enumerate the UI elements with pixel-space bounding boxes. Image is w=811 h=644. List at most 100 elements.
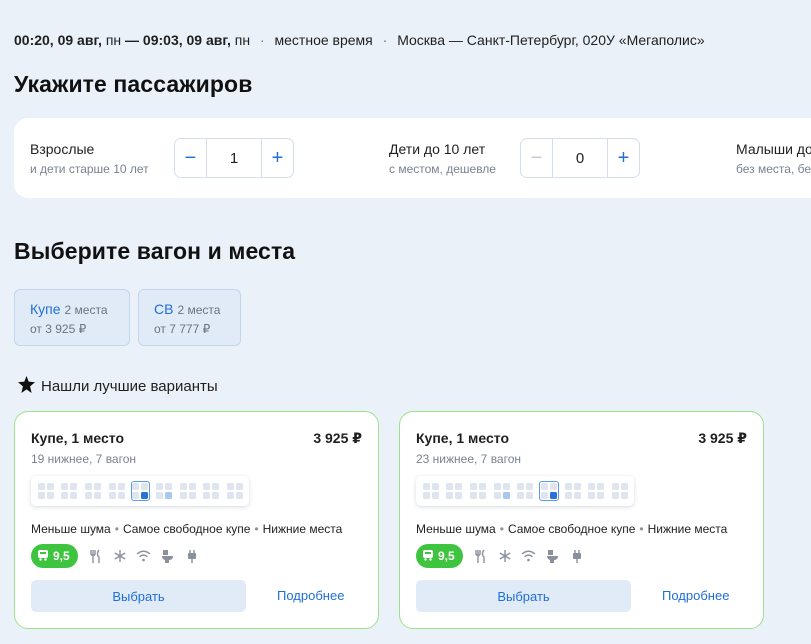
compartment xyxy=(107,481,127,501)
socket-icon xyxy=(569,548,585,564)
seat xyxy=(94,492,102,499)
seat xyxy=(85,483,93,490)
seat xyxy=(61,492,69,499)
seat xyxy=(526,483,534,490)
seat xyxy=(117,483,125,490)
seat xyxy=(179,483,187,490)
seat xyxy=(236,492,244,499)
best-options-header: Нашли лучшие варианты xyxy=(18,376,218,397)
trip-header: 00:20, 09 авг, пн — 09:03, 09 авг, пн · … xyxy=(14,32,705,48)
seat xyxy=(141,492,149,499)
class-price: от 3 925 ₽ xyxy=(30,322,87,336)
rating-badge-icon xyxy=(37,549,53,564)
amenities: 9,5 xyxy=(31,544,208,568)
seat xyxy=(188,492,196,499)
compartment xyxy=(492,481,512,501)
feature-tag: Меньше шума xyxy=(31,522,111,536)
passenger-sublabel: с местом, дешевле xyxy=(389,162,496,176)
adults-stepper: − 1 + xyxy=(174,138,294,178)
seat xyxy=(431,492,439,499)
seat xyxy=(502,483,510,490)
choose-button[interactable]: Выбрать xyxy=(31,580,246,612)
class-tab-kupe[interactable]: Купе 2 места от 3 925 ₽ xyxy=(14,289,130,346)
seat xyxy=(573,492,581,499)
seat xyxy=(621,492,629,499)
offer-features: Меньше шума • Самое свободное купе • Нижние … xyxy=(31,522,342,536)
seat xyxy=(422,492,430,499)
class-seats: 2 места xyxy=(64,303,108,317)
details-link[interactable]: Подробнее xyxy=(662,588,729,603)
depart-day: пн xyxy=(105,32,122,48)
feature-separator: • xyxy=(639,522,644,536)
rating-badge: 9,5 xyxy=(31,544,78,568)
seat xyxy=(85,492,93,499)
seat xyxy=(132,483,140,490)
adults-count[interactable]: 1 xyxy=(206,139,262,177)
separator: · xyxy=(259,32,265,48)
offer-card: Купе, 1 место 3 925 ₽ 19 нижнее, 7 вагон… xyxy=(14,411,379,629)
children-count[interactable]: 0 xyxy=(552,139,608,177)
class-price: от 7 777 ₽ xyxy=(154,322,211,336)
snowflake-icon xyxy=(112,548,128,564)
seat xyxy=(455,483,463,490)
socket-icon xyxy=(184,548,200,564)
seat xyxy=(37,483,45,490)
seat xyxy=(203,492,211,499)
seat xyxy=(227,492,235,499)
seat xyxy=(203,483,211,490)
seat xyxy=(588,492,596,499)
seat xyxy=(612,492,620,499)
compartment xyxy=(130,481,151,501)
feature-separator: • xyxy=(254,522,259,536)
increment-button[interactable]: + xyxy=(608,139,639,177)
compartment xyxy=(154,481,174,501)
compartment xyxy=(445,481,465,501)
decrement-button[interactable]: − xyxy=(521,139,552,177)
compartment xyxy=(539,481,559,501)
star-icon xyxy=(18,376,41,397)
compartment xyxy=(516,481,536,501)
rating-badge: 9,5 xyxy=(416,544,463,568)
seat xyxy=(236,483,244,490)
seat xyxy=(70,492,78,499)
seat xyxy=(108,492,116,499)
seat xyxy=(431,483,439,490)
arrive-day: пн xyxy=(234,32,251,48)
seat xyxy=(612,483,620,490)
passenger-sublabel: и дети старше 10 лет xyxy=(30,162,149,176)
passenger-sublabel: без места, бесплатно xyxy=(736,162,811,176)
best-options-label: Нашли лучшие варианты xyxy=(41,378,218,395)
seat xyxy=(470,492,478,499)
passenger-label: Взрослые xyxy=(30,141,95,157)
decrement-button[interactable]: − xyxy=(175,139,206,177)
seat xyxy=(446,483,454,490)
increment-button[interactable]: + xyxy=(262,139,293,177)
seat xyxy=(165,492,173,499)
separator: · xyxy=(382,32,388,48)
fork-knife-icon xyxy=(88,548,104,564)
offer-title: Купе, 1 место xyxy=(31,430,124,446)
seat xyxy=(479,492,487,499)
seat xyxy=(156,483,164,490)
seat xyxy=(621,483,629,490)
compartment xyxy=(178,481,198,501)
passenger-group-adults: Взрослые и дети старше 10 лет − 1 + xyxy=(30,118,320,198)
class-tab-sv[interactable]: СВ 2 места от 7 777 ₽ xyxy=(138,289,241,346)
seat xyxy=(541,492,549,499)
seat xyxy=(597,483,605,490)
seat xyxy=(564,483,572,490)
compartment xyxy=(468,481,488,501)
passengers-title: Укажите пассажиров xyxy=(14,71,253,97)
wagon-title: Выберите вагон и места xyxy=(14,238,296,264)
seat xyxy=(37,492,45,499)
feature-tag: Нижние места xyxy=(262,522,343,536)
offer-seat-info: 23 нижнее, 7 вагон xyxy=(416,452,522,466)
time-note: местное время xyxy=(274,32,373,48)
details-link[interactable]: Подробнее xyxy=(277,588,344,603)
choose-button[interactable]: Выбрать xyxy=(416,580,631,612)
seat xyxy=(117,492,125,499)
dash: — xyxy=(125,32,140,48)
compartment xyxy=(225,481,245,501)
wifi-icon xyxy=(136,548,152,564)
passenger-label: Дети до 10 лет xyxy=(389,141,486,157)
